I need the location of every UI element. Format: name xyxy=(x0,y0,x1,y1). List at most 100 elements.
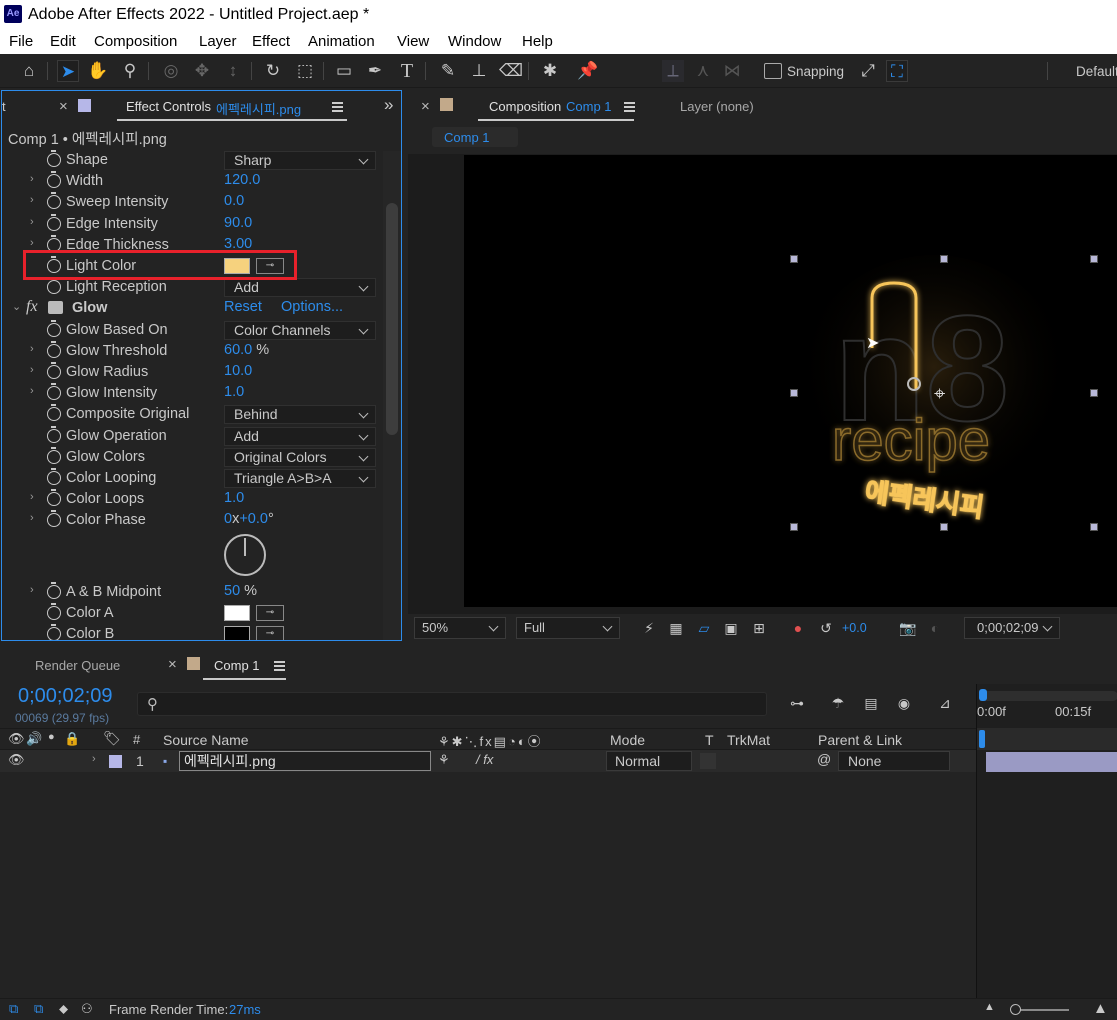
phase-value[interactable]: 0x+0.0° xyxy=(224,511,274,527)
twirl-arrow-icon[interactable]: › xyxy=(30,194,34,206)
comp-subtab[interactable]: Comp 1 xyxy=(432,127,518,147)
fx-toggle[interactable]: fx xyxy=(26,298,38,316)
twirl-arrow-icon[interactable]: › xyxy=(30,343,34,355)
property-value[interactable]: 1.0 xyxy=(224,384,244,400)
selection-tool-icon[interactable]: ➤ xyxy=(57,60,79,82)
layer-row[interactable]: 👁 › 1 ▪ 에펙레시피.png ⚘ / fx Normal @ None xyxy=(0,750,976,772)
property-row[interactable]: › Sweep Intensity 0.0 xyxy=(2,192,382,213)
pick-whip-icon[interactable]: @ xyxy=(817,751,831,767)
menu-view[interactable]: View xyxy=(397,33,429,50)
layer-twirl-icon[interactable]: › xyxy=(92,753,96,765)
exposure-value[interactable]: +0.0 xyxy=(842,621,867,635)
timeline-zoom-thumb[interactable] xyxy=(1010,1004,1021,1015)
panel-menu-icon[interactable] xyxy=(274,661,285,671)
layer-switches-icon[interactable]: ⧉ xyxy=(9,1001,18,1017)
twirl-arrow-icon[interactable]: › xyxy=(30,173,34,185)
menu-edit[interactable]: Edit xyxy=(50,33,76,50)
close-tab-icon[interactable]: × xyxy=(421,98,430,115)
current-time-display[interactable]: 0;00;02;09 xyxy=(964,617,1060,639)
eyedropper-icon[interactable]: ⊸ xyxy=(256,605,284,622)
stopwatch-icon[interactable] xyxy=(47,192,61,210)
property-dropdown[interactable]: Original Colors xyxy=(224,447,376,467)
property-row[interactable]: Light Reception Add xyxy=(2,277,382,298)
transform-handle[interactable] xyxy=(790,523,798,531)
menu-layer[interactable]: Layer xyxy=(199,33,237,50)
twirl-arrow-icon[interactable]: › xyxy=(30,216,34,228)
draft-3d-icon[interactable]: ☂ xyxy=(829,694,847,712)
property-dropdown[interactable]: Add xyxy=(224,426,376,446)
transparency-grid-icon[interactable]: ▦ xyxy=(667,619,685,637)
rectangle-tool-icon[interactable]: ▭ xyxy=(333,60,355,82)
type-tool-icon[interactable]: T xyxy=(396,60,418,82)
anchor-point-icon[interactable]: ⌖ xyxy=(934,383,945,406)
parent-dropdown[interactable]: None xyxy=(838,751,950,771)
composition-tab-label[interactable]: Composition xyxy=(489,99,561,114)
axis-view-icon[interactable]: ⋈ xyxy=(721,60,743,82)
menu-effect[interactable]: Effect xyxy=(252,33,290,50)
twirl-arrow-icon[interactable]: › xyxy=(30,237,34,249)
brush-tool-icon[interactable]: ✎ xyxy=(437,60,459,82)
stopwatch-icon[interactable] xyxy=(47,425,61,443)
menu-animation[interactable]: Animation xyxy=(308,33,375,50)
snapshot-icon[interactable]: 📷 xyxy=(899,619,917,637)
menu-file[interactable]: File xyxy=(9,33,33,50)
composition-tab-comp[interactable]: Comp 1 xyxy=(566,99,612,114)
property-row[interactable]: › Glow Intensity 1.0 xyxy=(2,383,382,404)
stopwatch-icon[interactable] xyxy=(47,340,61,358)
property-value[interactable]: 10.0 xyxy=(224,363,252,379)
property-row[interactable]: Color B ⊸ xyxy=(2,624,382,640)
stopwatch-icon[interactable] xyxy=(47,489,61,507)
dolly-camera-icon[interactable]: ↕ xyxy=(222,60,244,82)
property-dropdown[interactable]: Behind xyxy=(224,405,376,425)
property-value[interactable]: 50 % xyxy=(224,583,257,599)
eraser-tool-icon[interactable]: ⌫ xyxy=(499,60,523,82)
axis-world-icon[interactable]: ⋏ xyxy=(692,60,714,82)
grid-guides-icon[interactable]: ⊞ xyxy=(750,619,768,637)
property-value[interactable]: 1.0 xyxy=(224,490,244,506)
snapping-checkbox[interactable] xyxy=(764,63,782,79)
property-value[interactable]: 120.0 xyxy=(224,172,260,188)
clone-stamp-tool-icon[interactable]: ⊥ xyxy=(468,60,490,82)
scrollbar-thumb[interactable] xyxy=(386,203,398,435)
effect-center-point-icon[interactable] xyxy=(907,377,921,391)
layer-search-input[interactable]: ⚲ xyxy=(137,692,767,716)
stopwatch-icon[interactable] xyxy=(47,213,61,231)
panel-menu-icon[interactable] xyxy=(624,102,635,112)
property-row[interactable]: › Width 120.0 xyxy=(2,171,382,192)
orbit-camera-icon[interactable]: ◎ xyxy=(160,60,182,82)
blend-mode-dropdown[interactable]: Normal xyxy=(606,751,692,771)
pan-behind-tool-icon[interactable]: ⬚ xyxy=(294,60,316,82)
video-eye-icon[interactable]: 👁 xyxy=(8,731,25,747)
puppet-tool-icon[interactable]: 📌 xyxy=(577,60,599,82)
property-value[interactable]: 90.0 xyxy=(224,215,252,231)
audio-icon[interactable]: 🔊 xyxy=(26,731,42,747)
options-link[interactable]: Options... xyxy=(281,299,343,315)
channel-icon[interactable]: ● xyxy=(789,619,807,637)
shy-switch-icon[interactable]: ⚘ xyxy=(438,752,450,768)
twirl-arrow-icon[interactable]: › xyxy=(30,512,34,524)
color-swatch[interactable] xyxy=(224,626,250,640)
twirl-arrow-icon[interactable]: › xyxy=(30,364,34,376)
twirl-arrow-icon[interactable]: › xyxy=(30,385,34,397)
property-dropdown[interactable]: Color Channels xyxy=(224,320,376,340)
stopwatch-icon[interactable] xyxy=(47,603,61,621)
stopwatch-icon[interactable] xyxy=(47,171,61,189)
stopwatch-icon[interactable] xyxy=(47,277,61,295)
effect-switch-icon[interactable]: / fx xyxy=(476,752,493,767)
hand-tool-icon[interactable]: ✋ xyxy=(87,60,109,82)
pen-tool-icon[interactable]: ✒ xyxy=(364,60,386,82)
work-area-bar[interactable] xyxy=(977,728,1117,750)
panel-menu-icon[interactable] xyxy=(332,102,343,112)
property-row[interactable]: › Color Phase 0x+0.0° xyxy=(2,510,382,531)
layer-label-color[interactable] xyxy=(109,755,122,768)
property-row[interactable]: › A & B Midpoint 50 % xyxy=(2,582,382,603)
timeline-comp-tab[interactable]: Comp 1 xyxy=(214,658,260,673)
color-swatch[interactable] xyxy=(224,605,250,622)
in-out-icon[interactable]: ⬥ xyxy=(59,1001,68,1017)
transfer-controls-icon[interactable]: ⧉ xyxy=(34,1001,43,1017)
color-phase-dial[interactable] xyxy=(224,533,266,576)
mask-visibility-icon[interactable]: ▱ xyxy=(695,619,713,637)
rotation-tool-icon[interactable]: ↻ xyxy=(262,60,284,82)
transform-handle[interactable] xyxy=(790,255,798,263)
stopwatch-icon[interactable] xyxy=(47,510,61,528)
